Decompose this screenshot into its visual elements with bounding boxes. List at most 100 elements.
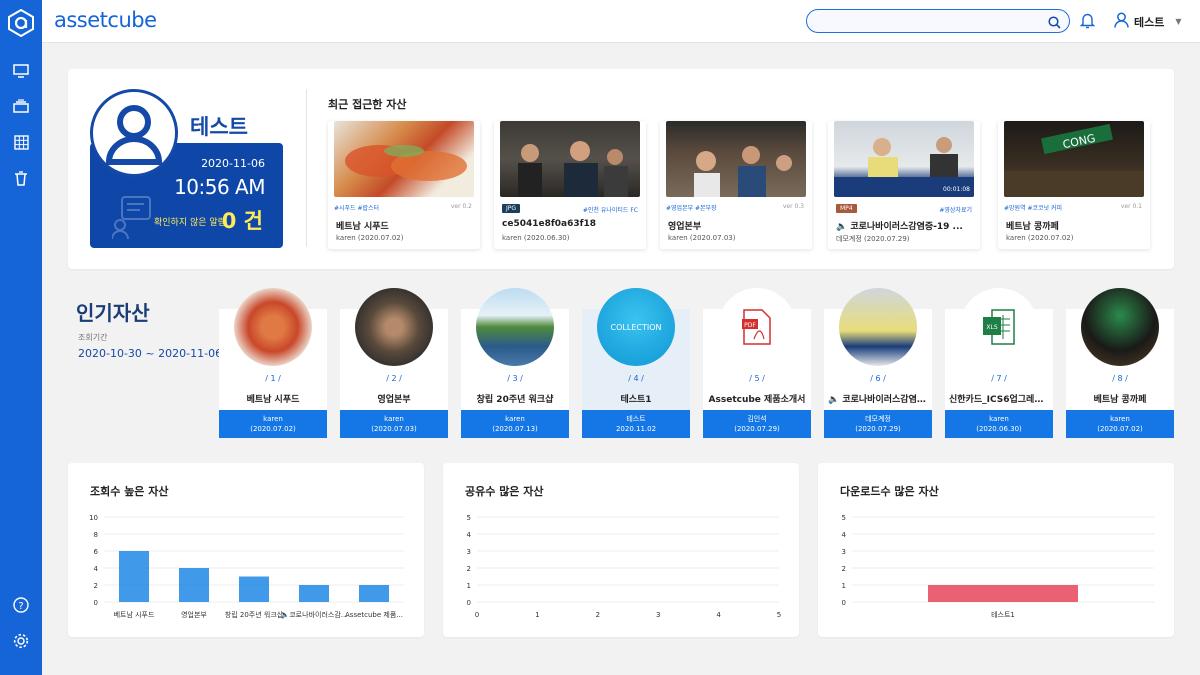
caret-down-icon: ▼ bbox=[1175, 17, 1182, 26]
popular-user: karen bbox=[263, 415, 283, 423]
y-tick-label: 3 bbox=[467, 548, 471, 556]
popular-asset-card[interactable]: COLLECTION / 4 / 테스트1 테스트 2020.11.02 bbox=[582, 288, 690, 438]
asset-meta: karen (2020.07.03) bbox=[668, 234, 736, 242]
bar bbox=[359, 585, 389, 602]
search-icon[interactable] bbox=[1048, 14, 1061, 33]
profile-recent-card: 2020-11-06 10:56 AM 확인하지 않은 알림 0 건 테스트 최… bbox=[68, 69, 1174, 269]
y-tick-label: 5 bbox=[842, 514, 846, 522]
popular-footer: 테스트 2020.11.02 bbox=[582, 410, 690, 438]
asset-type-badge: MP4 bbox=[836, 204, 857, 213]
popular-asset-card[interactable]: / 8 / 베트남 콩까페 karen (2020.07.02) bbox=[1066, 288, 1174, 438]
y-tick-label: 10 bbox=[89, 514, 98, 522]
x-tick-label: 테스트1 bbox=[991, 611, 1015, 619]
popular-user: karen bbox=[989, 415, 1009, 423]
popular-date: (2020.06.30) bbox=[976, 425, 1022, 433]
bar bbox=[119, 551, 149, 602]
asset-meta: 데모계정 (2020.07.29) bbox=[836, 235, 910, 243]
app-logo-icon[interactable] bbox=[8, 8, 34, 38]
recent-asset-card[interactable]: #시푸드 #랍스터 ver 0.2 베트남 시푸드 karen (2020.07… bbox=[328, 121, 480, 249]
recent-asset-card[interactable]: 00:01:08 MP4 #영상자료기 🔈 코로나바이러스감염증-19 ... … bbox=[828, 121, 980, 249]
folder-stack-icon[interactable] bbox=[11, 96, 31, 116]
popular-rank: / 8 / bbox=[1112, 374, 1128, 383]
top-bar: assetcube 테스트 ▼ bbox=[42, 0, 1200, 43]
popular-thumbnail bbox=[355, 288, 433, 366]
popular-rank: / 5 / bbox=[749, 374, 765, 383]
popular-asset-card[interactable]: XLS / 7 / 신한카드_ICS6업그레이드... karen (2020.0… bbox=[945, 288, 1053, 438]
asset-thumbnail-photo: CONG bbox=[1004, 121, 1144, 197]
search-input[interactable] bbox=[817, 13, 1037, 29]
asset-thumbnail-video: 00:01:08 bbox=[834, 121, 974, 197]
x-tick-label: 3 bbox=[656, 611, 660, 619]
period-label: 조회기간 bbox=[78, 333, 108, 342]
y-tick-label: 2 bbox=[467, 565, 471, 573]
popular-user: karen bbox=[505, 415, 525, 423]
popular-footer: karen (2020.07.13) bbox=[461, 410, 569, 438]
downloads-chart-card: 다운로드수 많은 자산 0 1 2 3 4 5 테스트1 bbox=[818, 463, 1174, 637]
downloads-bar-chart: 0 1 2 3 4 5 테스트1 bbox=[842, 514, 1154, 619]
monitor-icon[interactable] bbox=[11, 61, 31, 81]
views-bar-chart: 0 2 4 6 8 10 베트남 시푸드 영업본부 창립 20주년 워크샵🔈코로나바이러스감..… bbox=[89, 514, 404, 619]
popular-asset-card[interactable]: / 2 / 영업본부 karen (2020.07.03) bbox=[340, 288, 448, 438]
asset-thumbnail-photo bbox=[666, 121, 806, 197]
recent-asset-card[interactable]: JPG #인천 유나이티드 FC ce5041e8f0a63f18 karen … bbox=[494, 121, 646, 249]
popular-footer: 데모계정 (2020.07.29) bbox=[824, 410, 932, 438]
popular-name: 테스트1 bbox=[620, 395, 652, 405]
recent-asset-card[interactable]: #영업본부 #본부장 ver 0.3 영업본부 karen (2020.07.0… bbox=[660, 121, 812, 249]
svg-text:XLS: XLS bbox=[986, 324, 997, 331]
y-tick-label: 1 bbox=[467, 582, 471, 590]
asset-name: 베트남 시푸드 bbox=[336, 222, 389, 232]
popular-footer: karen (2020.07.03) bbox=[340, 410, 448, 438]
user-menu[interactable]: 테스트 ▼ bbox=[1114, 12, 1182, 31]
y-tick-label: 5 bbox=[467, 514, 471, 522]
sidebar: ? bbox=[0, 0, 42, 675]
y-tick-label: 0 bbox=[94, 599, 98, 607]
asset-thumbnail-seafood bbox=[334, 121, 474, 197]
user-name: 테스트 bbox=[1134, 15, 1165, 29]
popular-asset-card[interactable]: / 6 / 🔈 코로나바이러스감염증-... 데모계정 (2020.07.29) bbox=[824, 288, 932, 438]
popular-user: 김인석 bbox=[747, 415, 767, 423]
popular-name: 영업본부 bbox=[377, 395, 411, 405]
trash-icon[interactable] bbox=[11, 168, 31, 188]
popular-name: 🔈 코로나바이러스감염증-... bbox=[828, 395, 928, 405]
popular-footer: karen (2020.06.30) bbox=[945, 410, 1053, 438]
x-tick-label: 5 bbox=[777, 611, 781, 619]
unread-notice-count[interactable]: 0 건 bbox=[222, 205, 263, 235]
popular-thumbnail bbox=[476, 288, 554, 366]
popular-footer: karen (2020.07.02) bbox=[1066, 410, 1174, 438]
avatar[interactable] bbox=[90, 89, 178, 177]
video-duration: 00:01:08 bbox=[943, 186, 970, 193]
settings-gear-icon[interactable] bbox=[11, 631, 31, 651]
bar bbox=[299, 585, 329, 602]
asset-thumbnail-photo bbox=[500, 121, 640, 197]
popular-section-title: 인기자산 bbox=[76, 301, 150, 325]
x-tick-label: Assetcube 제품... bbox=[345, 611, 403, 619]
popular-rank: / 6 / bbox=[870, 374, 886, 383]
brand-logo-text[interactable]: assetcube bbox=[54, 8, 157, 32]
x-tick-label: 영업본부 bbox=[181, 610, 207, 619]
asset-name: ce5041e8f0a63f18 bbox=[502, 219, 597, 229]
asset-type-badge: JPG bbox=[502, 204, 521, 213]
popular-user: 테스트 bbox=[626, 415, 646, 423]
y-tick-label: 0 bbox=[467, 599, 471, 607]
popular-asset-card[interactable]: / 1 / 베트남 시푸드 karen (2020.07.02) bbox=[219, 288, 327, 438]
popular-name: 신한카드_ICS6업그레이드... bbox=[949, 395, 1049, 405]
y-tick-label: 6 bbox=[94, 548, 99, 556]
asset-meta: karen (2020.06.30) bbox=[502, 234, 570, 242]
y-tick-label: 2 bbox=[94, 582, 98, 590]
help-icon[interactable]: ? bbox=[11, 595, 31, 615]
period-range: 2020-10-30 ~ 2020-11-06 bbox=[78, 347, 223, 360]
bar bbox=[239, 576, 269, 602]
popular-date: 2020.11.02 bbox=[615, 425, 657, 433]
shares-chart-card: 공유수 많은 자산 012345012345 bbox=[443, 463, 799, 637]
popular-footer: 김인석 (2020.07.29) bbox=[703, 410, 811, 438]
popular-asset-card[interactable]: / 3 / 창립 20주년 워크샵 karen (2020.07.13) bbox=[461, 288, 569, 438]
svg-text:PDF: PDF bbox=[744, 322, 756, 329]
unread-notice-label[interactable]: 확인하지 않은 알림 bbox=[154, 215, 226, 228]
collection-thumbnail: COLLECTION bbox=[597, 288, 675, 366]
recent-asset-card[interactable]: CONG #망원역 #코코넛 커피 ver 0.1 베트남 콩까페 karen … bbox=[998, 121, 1150, 249]
views-chart-card: 조회수 높은 자산 0 2 4 6 8 10 베트남 시푸드 영업본부 창립 20주년 워크샵 🔈… bbox=[68, 463, 424, 637]
popular-asset-card[interactable]: PDF / 5 / Assetcube 제품소개서 김인석 (2020.07.29… bbox=[703, 288, 811, 438]
notification-bell-icon[interactable] bbox=[1079, 12, 1096, 33]
x-tick-label: 4 bbox=[716, 611, 721, 619]
grid-icon[interactable] bbox=[11, 132, 31, 152]
